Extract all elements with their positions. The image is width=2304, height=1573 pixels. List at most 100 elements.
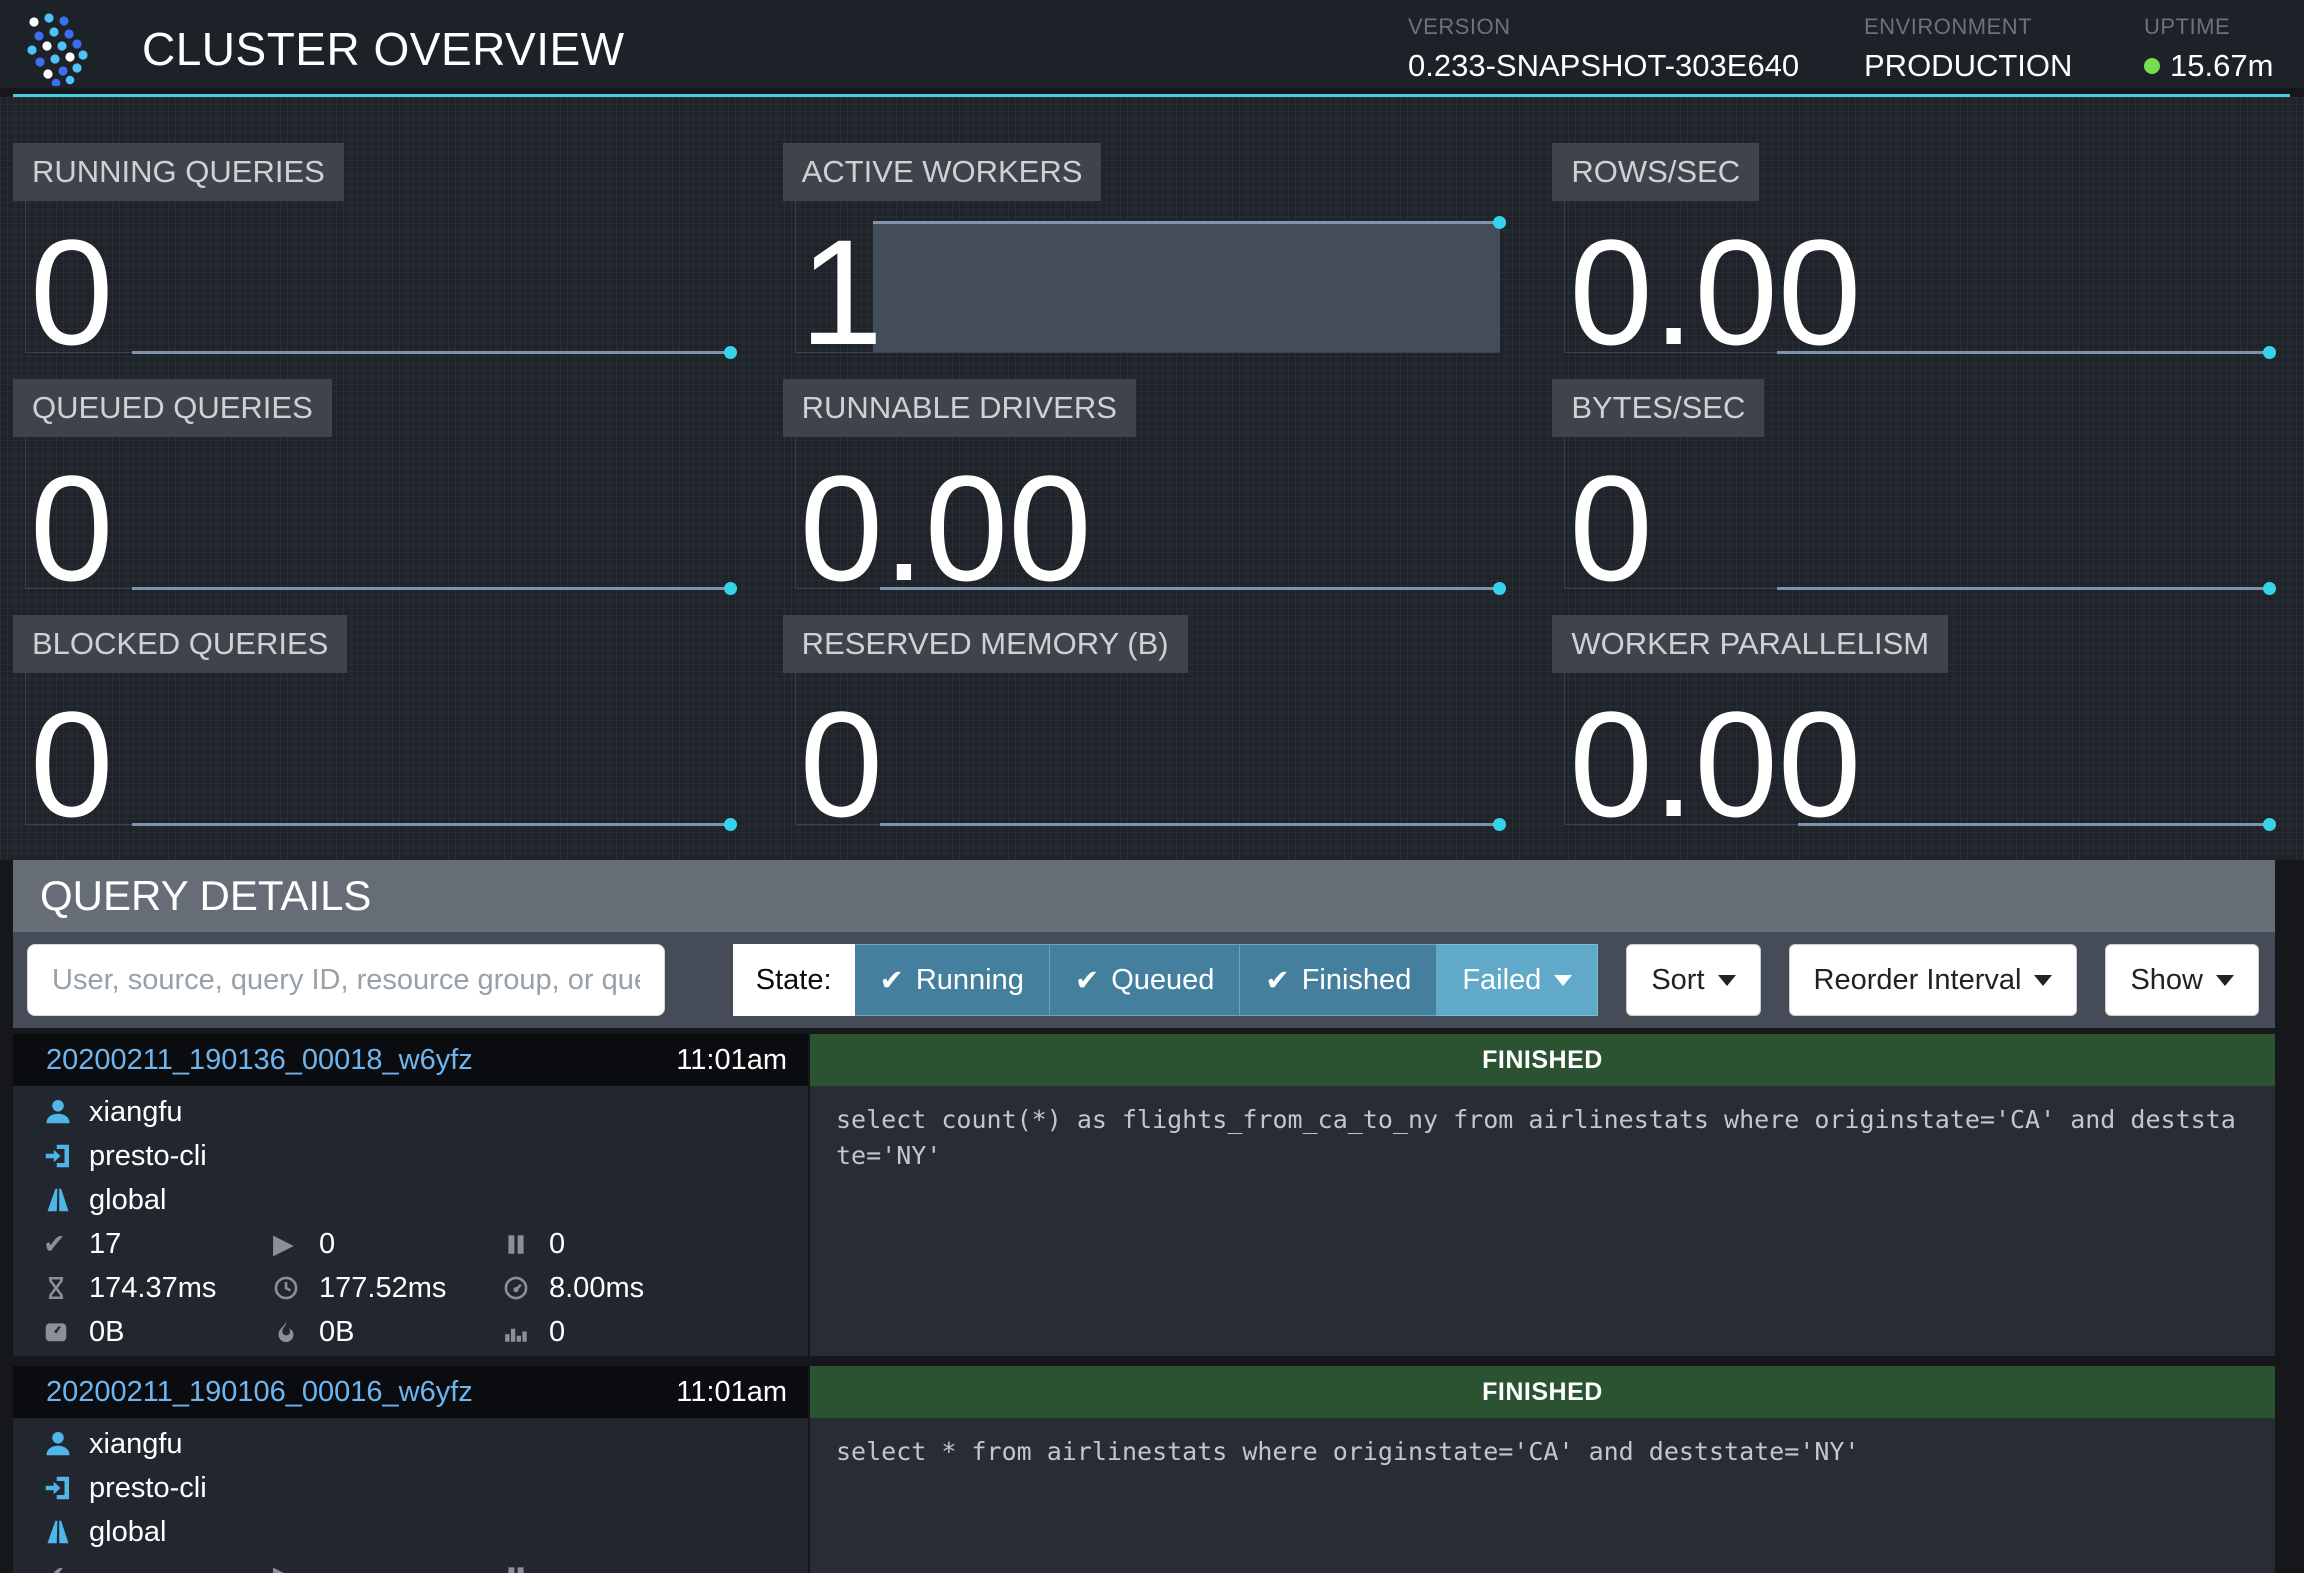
pause-icon — [503, 1231, 549, 1257]
query-time: 11:01am — [676, 1044, 787, 1077]
sparkline-dot-icon — [2263, 582, 2276, 595]
filter-running-button[interactable]: ✔ Running — [855, 944, 1050, 1016]
query-details-section: QUERY DETAILS State: ✔ Running ✔ Queued … — [13, 860, 2275, 1573]
filter-queued-button[interactable]: ✔ Queued — [1050, 944, 1241, 1016]
environment-value: PRODUCTION — [1864, 48, 2080, 84]
tile-value: 0.00 — [1569, 217, 1861, 367]
hud-tile-reserved-memory: RESERVED MEMORY (B) 0 — [783, 619, 1505, 825]
query-list: 20200211_190136_00018_w6yfz 11:01am FINI… — [13, 1034, 2275, 1573]
query-card-header-left: 20200211_190106_00016_w6yfz 11:01am — [13, 1366, 808, 1418]
tile-value: 1 — [800, 217, 883, 367]
version-stat: VERSION 0.233-SNAPSHOT-303E640 — [1408, 14, 1800, 84]
version-label: VERSION — [1408, 14, 1800, 40]
uptime-label: UPTIME — [2144, 14, 2274, 40]
caret-down-icon — [2034, 975, 2052, 986]
query-resource-group: global — [89, 1184, 166, 1217]
query-card-header: 20200211_190106_00016_w6yfz 11:01am FINI… — [13, 1366, 2275, 1418]
caret-down-icon — [1718, 975, 1736, 986]
header-stats: VERSION 0.233-SNAPSHOT-303E640 ENVIRONME… — [1344, 14, 2274, 84]
elapsed-time-stat: 177.52ms — [273, 1266, 503, 1310]
query-state-progress-bar: FINISHED — [810, 1366, 2275, 1418]
query-card-header-left: 20200211_190136_00018_w6yfz 11:01am — [13, 1034, 808, 1086]
uptime-value: 15.67m — [2170, 48, 2273, 84]
wall-time-stat: 174.37ms — [43, 1266, 273, 1310]
sparkline-dot-icon — [2263, 346, 2276, 359]
environment-label: ENVIRONMENT — [1864, 14, 2080, 40]
user-icon — [43, 1429, 89, 1459]
query-details-header: QUERY DETAILS — [13, 860, 2275, 932]
query-card: 20200211_190106_00016_w6yfz 11:01am FINI… — [13, 1366, 2275, 1573]
scale-icon — [43, 1319, 89, 1345]
query-card-body: xiangfu presto-cli global — [13, 1418, 2275, 1573]
tile-value: 0 — [30, 453, 113, 603]
tile-value: 0 — [30, 689, 113, 839]
query-sql-text: select count(*) as flights_from_ca_to_ny… — [810, 1086, 2275, 1356]
road-icon — [43, 1185, 89, 1215]
pause-icon — [503, 1563, 549, 1573]
queued-splits-stat — [503, 1554, 808, 1573]
query-id-link[interactable]: 20200211_190106_00016_w6yfz — [46, 1376, 473, 1409]
sign-in-icon — [43, 1473, 89, 1503]
sparkline-dot-icon — [2263, 818, 2276, 831]
hud-tile-runnable-drivers: RUNNABLE DRIVERS 0.00 — [783, 383, 1505, 589]
tile-label: ACTIVE WORKERS — [783, 143, 1102, 201]
uptime-value-wrap: 15.67m — [2144, 48, 2274, 84]
clock-icon — [273, 1275, 319, 1301]
histogram-bars-icon — [503, 1319, 549, 1345]
query-source-row: presto-cli — [13, 1466, 808, 1510]
query-user: xiangfu — [89, 1428, 183, 1461]
sparkline-dot-icon — [724, 346, 737, 359]
hud-tile-blocked-queries: BLOCKED QUERIES 0 — [13, 619, 735, 825]
hud-tile-worker-parallelism: WORKER PARALLELISM 0.00 — [1552, 619, 2274, 825]
query-user-row: xiangfu — [13, 1422, 808, 1466]
running-splits-stat: ▶ — [273, 1554, 503, 1573]
sparkline-dot-icon — [1493, 818, 1506, 831]
tile-label: QUEUED QUERIES — [13, 379, 332, 437]
tile-value: 0.00 — [1569, 689, 1861, 839]
state-filter-label: State: — [733, 944, 855, 1016]
state-filter-group: State: ✔ Running ✔ Queued ✔ Finished Fai… — [733, 944, 1599, 1016]
search-input[interactable] — [27, 944, 665, 1016]
query-source-row: presto-cli — [13, 1134, 808, 1178]
show-dropdown-button[interactable]: Show — [2105, 944, 2259, 1016]
query-resource-group-row: global — [13, 1178, 808, 1222]
running-splits-stat: ▶ 0 — [273, 1222, 503, 1266]
query-sql-text: select * from airlinestats where origins… — [810, 1418, 2275, 1573]
check-icon: ✔ — [43, 1229, 89, 1260]
query-state-progress-bar: FINISHED — [810, 1034, 2275, 1086]
tile-value: 0 — [1569, 453, 1652, 603]
hud-grid: RUNNING QUERIES 0 ACTIVE WORKERS 1 ROWS/… — [13, 147, 2274, 825]
sort-dropdown-button[interactable]: Sort — [1626, 944, 1760, 1016]
page-title: CLUSTER OVERVIEW — [142, 22, 625, 76]
query-meta: xiangfu presto-cli global — [13, 1418, 808, 1573]
play-icon: ▶ — [273, 1229, 319, 1260]
play-icon: ▶ — [273, 1561, 319, 1573]
current-memory-stat: 0B — [43, 1310, 273, 1354]
query-source: presto-cli — [89, 1472, 207, 1505]
sparkline-dot-icon — [724, 818, 737, 831]
check-icon: ✔ — [43, 1561, 89, 1573]
peak-memory-stat: 0B — [273, 1310, 503, 1354]
tile-value: 0 — [30, 217, 113, 367]
query-card-header: 20200211_190136_00018_w6yfz 11:01am FINI… — [13, 1034, 2275, 1086]
caret-down-icon — [1554, 975, 1572, 986]
query-details-title: QUERY DETAILS — [40, 872, 371, 920]
tile-label: ROWS/SEC — [1552, 143, 1759, 201]
query-user-row: xiangfu — [13, 1090, 808, 1134]
filter-finished-button[interactable]: ✔ Finished — [1240, 944, 1437, 1016]
flame-icon — [273, 1319, 319, 1345]
query-id-link[interactable]: 20200211_190136_00018_w6yfz — [46, 1044, 473, 1077]
version-value: 0.233-SNAPSHOT-303E640 — [1408, 48, 1800, 84]
uptime-stat: UPTIME 15.67m — [2144, 14, 2274, 84]
tile-label: BYTES/SEC — [1552, 379, 1764, 437]
sign-in-icon — [43, 1141, 89, 1171]
hud-tile-rows-per-sec: ROWS/SEC 0.00 — [1552, 147, 2274, 353]
sparkline-dot-icon — [1493, 216, 1506, 229]
query-time: 11:01am — [676, 1376, 787, 1409]
reorder-interval-dropdown-button[interactable]: Reorder Interval — [1789, 944, 2078, 1016]
filter-failed-dropdown[interactable]: Failed — [1437, 944, 1598, 1016]
tile-value: 0 — [800, 689, 883, 839]
caret-down-icon — [2216, 975, 2234, 986]
query-stats: ✔ ▶ — [13, 1554, 808, 1573]
tile-value: 0.00 — [800, 453, 1092, 603]
